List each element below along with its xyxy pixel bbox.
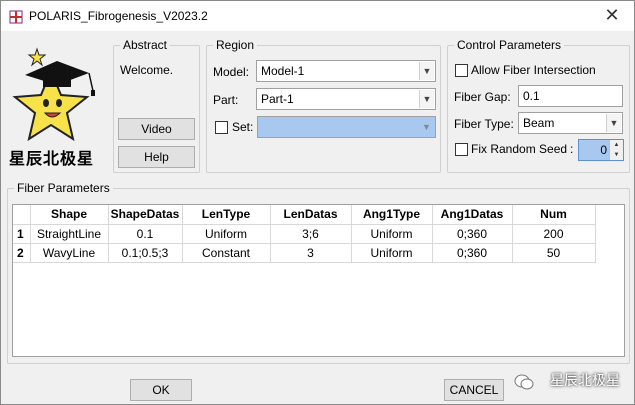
fiber-parameters-table[interactable]: Shape ShapeDatas LenType LenDatas Ang1Ty… <box>13 205 596 263</box>
ok-button[interactable]: OK <box>130 379 192 401</box>
logo: 星辰北极星 <box>5 45 105 168</box>
region-group: Region Model: Model-1 ▼ Part: Part-1 ▼ S… <box>206 38 441 173</box>
table-cell[interactable]: 0.1 <box>108 224 183 244</box>
logo-caption: 星辰北极星 <box>9 149 95 168</box>
app-icon <box>9 10 23 24</box>
table-cell[interactable]: WavyLine <box>30 243 109 263</box>
part-value: Part-1 <box>261 92 294 106</box>
row-header[interactable]: 1 <box>13 224 31 244</box>
column-header[interactable]: ShapeDatas <box>108 205 183 225</box>
column-header[interactable]: LenType <box>182 205 271 225</box>
model-dropdown[interactable]: Model-1 ▼ <box>256 60 436 82</box>
fiber-parameters-group: Fiber Parameters Shape ShapeDatas LenTyp… <box>7 181 630 364</box>
row-header[interactable]: 2 <box>13 243 31 263</box>
table-cell[interactable]: Uniform <box>351 224 433 244</box>
allow-fiber-intersection-checkbox[interactable] <box>455 64 468 77</box>
control-parameters-group: Control Parameters Allow Fiber Intersect… <box>447 38 630 173</box>
table-row[interactable]: 2 WavyLine 0.1;0.5;3 Constant 3 Uniform … <box>13 243 596 263</box>
wechat-icon <box>514 374 534 390</box>
fiber-type-dropdown[interactable]: Beam ▼ <box>518 112 623 134</box>
window-title: POLARIS_Fibrogenesis_V2023.2 <box>29 9 208 23</box>
column-header[interactable]: Shape <box>30 205 109 225</box>
fiber-parameters-label: Fiber Parameters <box>14 181 113 195</box>
fiber-gap-label: Fiber Gap: <box>454 90 511 104</box>
random-seed-spinbox[interactable]: 0 ▲ ▼ <box>578 139 624 161</box>
table-cell[interactable]: 3 <box>270 243 352 263</box>
model-value: Model-1 <box>261 64 305 78</box>
table-cell[interactable]: 3;6 <box>270 224 352 244</box>
fiber-type-label: Fiber Type: <box>454 117 514 131</box>
title-bar: POLARIS_Fibrogenesis_V2023.2 ✕ <box>1 1 634 31</box>
table-cell[interactable]: 50 <box>512 243 596 263</box>
fiber-type-value: Beam <box>523 116 555 130</box>
column-header[interactable]: LenDatas <box>270 205 352 225</box>
table-cell[interactable]: 0;360 <box>432 224 513 244</box>
corner-header <box>13 205 31 225</box>
allow-fiber-intersection-label: Allow Fiber Intersection <box>471 63 596 77</box>
help-button[interactable]: Help <box>118 146 195 168</box>
table-cell[interactable]: Constant <box>182 243 271 263</box>
table-row[interactable]: 1 StraightLine 0.1 Uniform 3;6 Uniform 0… <box>13 224 596 244</box>
region-group-label: Region <box>213 38 258 52</box>
close-icon[interactable]: ✕ <box>598 3 626 29</box>
table-cell[interactable]: Uniform <box>351 243 433 263</box>
abstract-group: Abstract Welcome. Video Help <box>113 38 200 173</box>
set-dropdown: ▼ <box>257 116 436 138</box>
video-button[interactable]: Video <box>118 118 195 140</box>
set-label: Set: <box>232 120 254 134</box>
abstract-group-label: Abstract <box>120 38 171 52</box>
welcome-text: Welcome. <box>120 63 174 77</box>
column-header[interactable]: Ang1Datas <box>432 205 513 225</box>
chevron-down-icon[interactable]: ▼ <box>419 90 434 108</box>
cancel-button[interactable]: CANCEL <box>444 379 504 401</box>
column-header[interactable]: Ang1Type <box>351 205 433 225</box>
part-label: Part: <box>213 93 239 107</box>
spin-arrows-icon[interactable]: ▲ ▼ <box>609 140 623 160</box>
dialog-window: POLARIS_Fibrogenesis_V2023.2 ✕ 星辰北极星 Abs… <box>0 0 635 405</box>
column-header[interactable]: Num <box>512 205 596 225</box>
random-seed-value: 0 <box>600 143 607 157</box>
fiber-gap-input[interactable]: 0.1 <box>518 85 623 107</box>
set-checkbox[interactable] <box>215 121 228 134</box>
star-mascot-logo <box>12 47 95 142</box>
table-cell[interactable]: 0.1;0.5;3 <box>108 243 183 263</box>
table-cell[interactable]: 0;360 <box>432 243 513 263</box>
seed-separator: : <box>570 142 574 156</box>
table-cell[interactable]: Uniform <box>182 224 271 244</box>
table-header-row: Shape ShapeDatas LenType LenDatas Ang1Ty… <box>13 205 596 225</box>
table-cell[interactable]: 200 <box>512 224 596 244</box>
chevron-down-icon: ▼ <box>419 118 434 136</box>
part-dropdown[interactable]: Part-1 ▼ <box>256 88 436 110</box>
control-parameters-label: Control Parameters <box>454 38 565 52</box>
chevron-down-icon[interactable]: ▼ <box>419 62 434 80</box>
fix-random-seed-checkbox[interactable] <box>455 143 468 156</box>
fiber-parameters-table-area[interactable]: Shape ShapeDatas LenType LenDatas Ang1Ty… <box>12 204 625 357</box>
table-cell[interactable]: StraightLine <box>30 224 109 244</box>
fix-random-seed-label: Fix Random Seed <box>471 142 568 156</box>
watermark-text: 星辰北极星 <box>550 372 620 388</box>
chevron-down-icon[interactable]: ▼ <box>606 114 621 132</box>
model-label: Model: <box>213 65 250 79</box>
